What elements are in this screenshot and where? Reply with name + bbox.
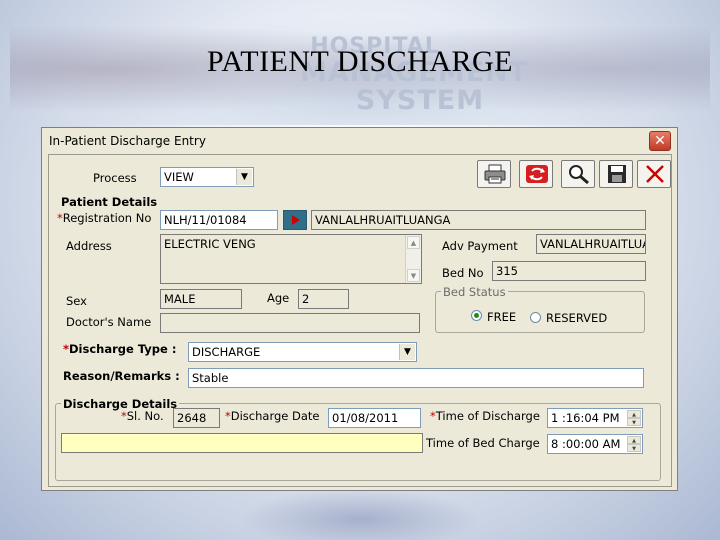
refresh-icon [526,165,548,183]
discharge-date-input[interactable]: 01/08/2011 [328,408,421,428]
refresh-button[interactable] [519,160,553,188]
reason-label: Reason/Remarks : [63,369,180,383]
delete-icon [646,165,664,183]
adv-payment-field: VANLALHRUAITLUA [536,234,646,254]
sl-no-field: 2648 [173,408,220,428]
reason-input[interactable]: Stable [188,368,644,388]
age-label: Age [267,291,290,305]
adv-payment-label: Adv Payment [442,239,518,253]
delete-button[interactable] [637,160,671,188]
discharge-date-label-text: Discharge Date [230,409,320,423]
background-photo-bottom [240,488,480,540]
print-button[interactable] [477,160,511,188]
patient-details-title: Patient Details [61,195,158,209]
time-of-bed-charge-input[interactable]: 8 :00:00 AM ▲ ▼ [547,434,643,454]
scroll-down-icon[interactable]: ▼ [407,269,420,282]
age-field: 2 [298,289,349,309]
scroll-up-icon[interactable]: ▲ [407,236,420,249]
chevron-down-icon: ▼ [399,344,415,360]
patient-name-field: VANLALHRUAITLUANGA [311,210,646,230]
sex-field: MALE [160,289,242,309]
spin-up-icon[interactable]: ▲ [627,436,641,444]
time-of-discharge-label: *Time of Discharge [430,409,540,423]
search-icon [569,165,589,185]
time-of-bed-charge-label: Time of Bed Charge [426,436,540,450]
bed-status-title: Bed Status [441,285,508,299]
time-of-discharge-input[interactable]: 1 :16:04 PM ▲ ▼ [547,408,643,428]
doctor-field [160,313,420,333]
sl-no-label: *Sl. No. [121,409,164,423]
slide-title: PATIENT DISCHARGE [206,45,514,78]
search-button[interactable] [561,160,595,188]
discharge-date-label: *Discharge Date [225,409,320,423]
process-value: VIEW [164,170,194,184]
address-textarea[interactable]: ELECTRIC VENG ▲ ▼ [160,234,422,284]
discharge-note-field[interactable] [61,433,423,453]
discharge-type-value: DISCHARGE [192,345,261,359]
registration-input[interactable]: NLH/11/01084 [160,210,278,230]
bed-status-reserved-label: RESERVED [546,311,608,325]
time-of-discharge-value: 1 :16:04 PM [551,411,620,425]
discharge-type-select[interactable]: DISCHARGE ▼ [188,342,417,362]
window-title: In-Patient Discharge Entry [49,134,206,148]
spin-up-icon[interactable]: ▲ [627,410,641,418]
time-of-bed-charge-value: 8 :00:00 AM [551,437,621,451]
printer-icon [484,164,506,184]
discharge-entry-window: In-Patient Discharge Entry ✕ Process VIE… [41,127,678,491]
process-select[interactable]: VIEW ▼ [160,167,254,187]
spin-down-icon[interactable]: ▼ [627,444,641,452]
address-value: ELECTRIC VENG [164,237,256,251]
time-spinner[interactable]: ▲ ▼ [627,410,641,426]
registration-go-button[interactable] [283,210,307,230]
bed-status-free-radio[interactable] [471,310,482,321]
save-icon [608,165,626,183]
registration-label-text: Registration No [62,211,152,225]
registration-label: *Registration No [57,211,152,225]
bed-no-field: 315 [492,261,646,281]
window-titlebar: In-Patient Discharge Entry ✕ [42,128,677,154]
address-scrollbar[interactable]: ▲ ▼ [405,235,421,283]
bed-no-label: Bed No [442,266,484,280]
time-of-discharge-label-text: Time of Discharge [435,409,540,423]
logo-line-3: SYSTEM [355,85,485,116]
bed-charge-spinner[interactable]: ▲ ▼ [627,436,641,452]
close-button[interactable]: ✕ [649,131,671,151]
sl-no-label-text: Sl. No. [126,409,164,423]
spin-down-icon[interactable]: ▼ [627,418,641,426]
discharge-type-label: *Discharge Type : [63,342,177,356]
process-label: Process [93,171,137,185]
sex-label: Sex [66,294,87,308]
bed-status-free-label: FREE [487,310,517,324]
bed-status-reserved-radio[interactable] [530,312,541,323]
address-label: Address [66,239,112,253]
save-button[interactable] [599,160,633,188]
discharge-type-label-text: Discharge Type : [69,342,177,356]
doctor-label: Doctor's Name [66,315,152,329]
chevron-down-icon: ▼ [236,169,252,185]
form-panel: Process VIEW ▼ Patient Details *Registra… [48,154,672,487]
